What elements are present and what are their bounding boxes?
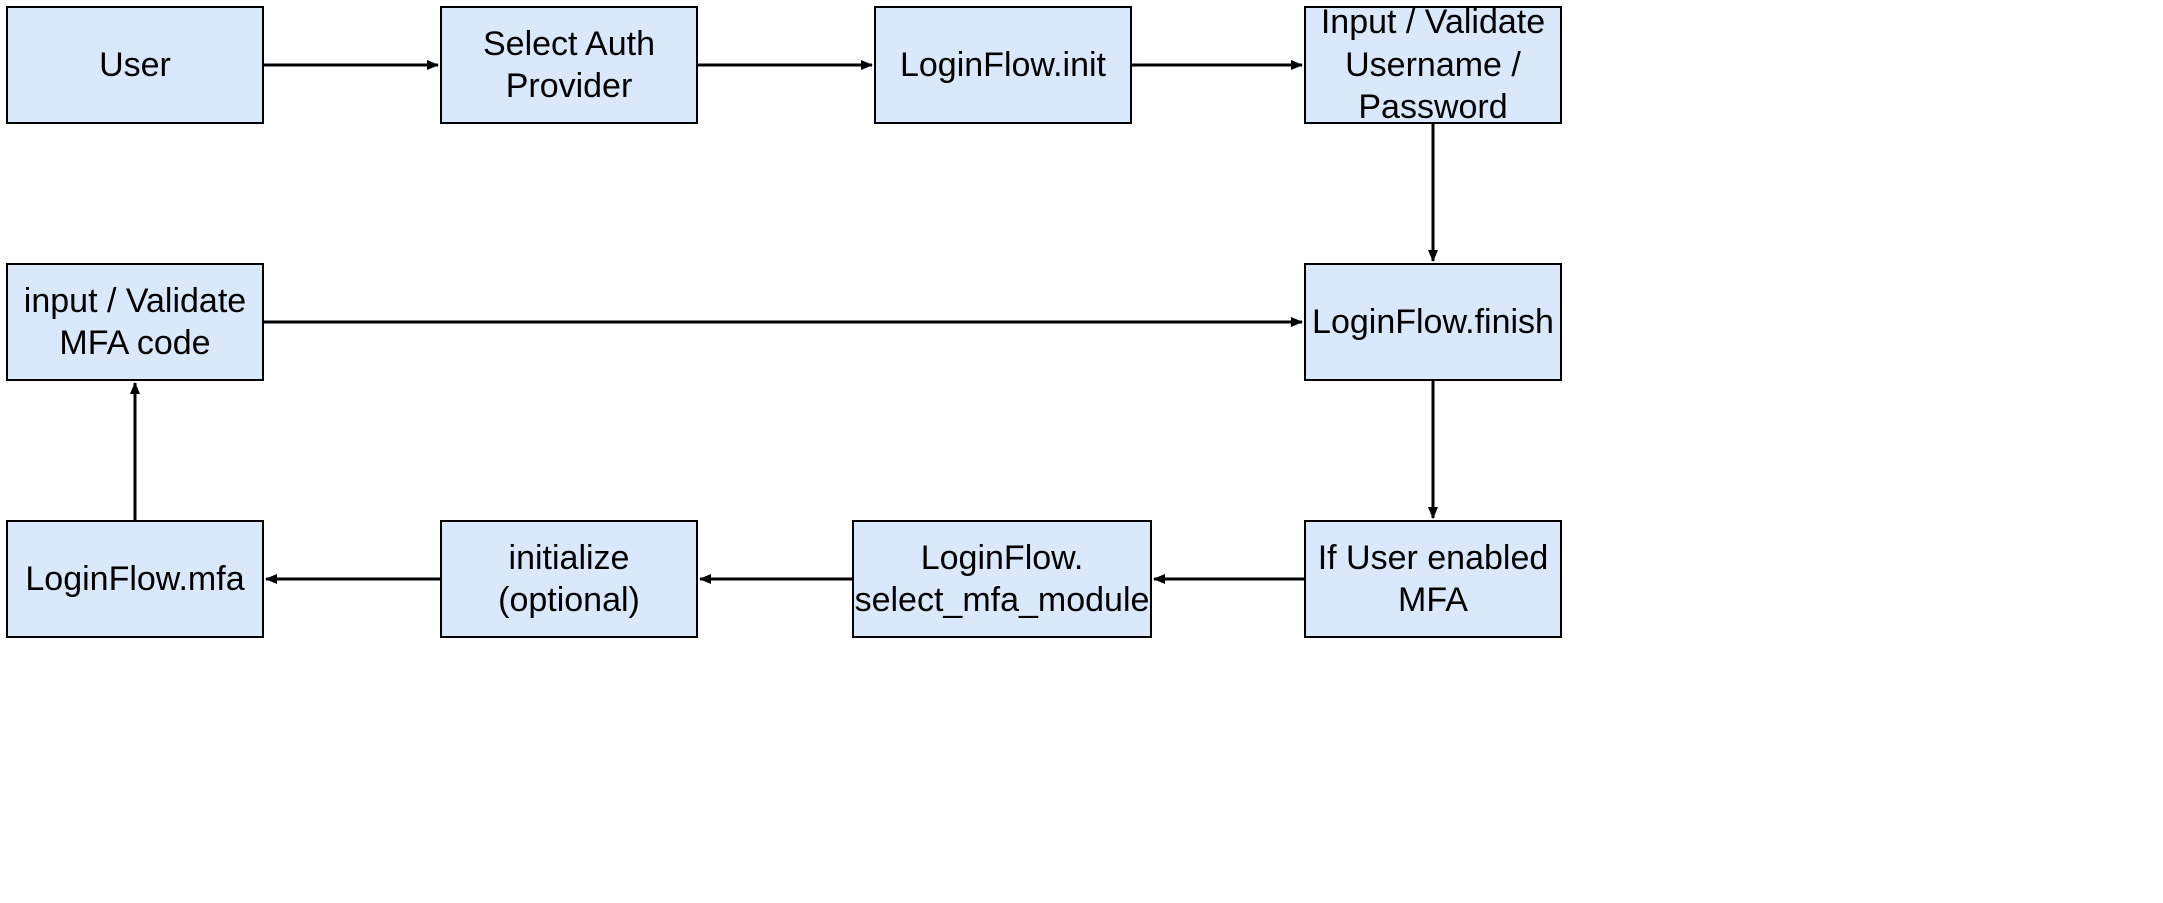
node-if-user-enabled-mfa: If User enabled MFA [1304, 520, 1562, 638]
node-label: LoginFlow. select_mfa_module [855, 537, 1150, 622]
node-label: If User enabled MFA [1314, 537, 1552, 622]
node-loginflow-finish: LoginFlow.finish [1304, 263, 1562, 381]
arrows-layer [0, 0, 2163, 903]
node-loginflow-init: LoginFlow.init [874, 6, 1132, 124]
node-loginflow-mfa: LoginFlow.mfa [6, 520, 264, 638]
node-user: User [6, 6, 264, 124]
node-label: User [99, 44, 171, 87]
node-label: initialize (optional) [450, 537, 688, 622]
node-select-auth-provider: Select Auth Provider [440, 6, 698, 124]
node-loginflow-select-mfa-module: LoginFlow. select_mfa_module [852, 520, 1152, 638]
diagram-canvas: User Select Auth Provider LoginFlow.init… [0, 0, 2163, 903]
node-label: Input / Validate Username / Password [1314, 1, 1552, 129]
node-label: LoginFlow.finish [1312, 301, 1554, 344]
node-label: LoginFlow.init [900, 44, 1106, 87]
node-input-mfa-code: input / Validate MFA code [6, 263, 264, 381]
node-label: input / Validate MFA code [16, 280, 254, 365]
node-label: Select Auth Provider [450, 23, 688, 108]
node-label: LoginFlow.mfa [25, 558, 244, 601]
node-initialize-optional: initialize (optional) [440, 520, 698, 638]
node-input-username-password: Input / Validate Username / Password [1304, 6, 1562, 124]
